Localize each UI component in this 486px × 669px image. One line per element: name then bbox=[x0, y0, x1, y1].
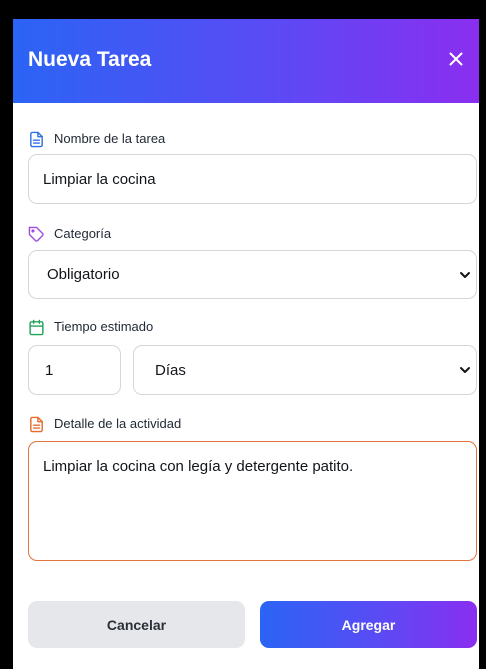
estimated-time-label: Tiempo estimado bbox=[28, 317, 153, 337]
add-button-label: Agregar bbox=[341, 616, 396, 633]
task-name-label: Nombre de la tarea bbox=[28, 129, 165, 149]
modal-title: Nueva Tarea bbox=[28, 48, 152, 71]
calendar-icon bbox=[29, 319, 44, 335]
close-icon bbox=[449, 52, 463, 66]
modal-header: Nueva Tarea bbox=[13, 19, 479, 103]
activity-detail-label-text: Detalle de la actividad bbox=[54, 416, 182, 431]
activity-detail-value: Limpiar la cocina con legía y detergente… bbox=[43, 458, 354, 475]
task-name-label-text: Nombre de la tarea bbox=[54, 131, 166, 146]
time-amount-value: 1 bbox=[45, 361, 54, 379]
document-icon bbox=[30, 416, 43, 432]
time-unit-value: Días bbox=[155, 361, 186, 379]
activity-detail-label: Detalle de la actividad bbox=[28, 414, 181, 434]
cancel-button[interactable]: Cancelar bbox=[28, 601, 245, 648]
chevron-down-icon bbox=[460, 271, 470, 278]
category-select[interactable]: Obligatorio bbox=[28, 250, 477, 299]
cancel-button-label: Cancelar bbox=[106, 616, 167, 633]
time-amount-input[interactable]: 1 bbox=[28, 345, 121, 395]
tag-icon bbox=[28, 226, 44, 242]
document-icon bbox=[30, 131, 43, 147]
category-selected-value: Obligatorio bbox=[47, 266, 120, 283]
add-button[interactable]: Agregar bbox=[260, 601, 477, 648]
activity-detail-textarea[interactable]: Limpiar la cocina con legía y detergente… bbox=[28, 441, 477, 561]
time-unit-select[interactable]: Días bbox=[133, 345, 477, 395]
chevron-down-icon bbox=[460, 367, 470, 373]
estimated-time-label-text: Tiempo estimado bbox=[54, 319, 154, 334]
category-label: Categoría bbox=[28, 224, 111, 244]
new-task-modal: Nueva Tarea Nombre de la tarea Limpiar l… bbox=[13, 19, 479, 669]
category-label-text: Categoría bbox=[54, 226, 112, 241]
task-name-input[interactable]: Limpiar la cocina bbox=[28, 154, 477, 204]
close-button[interactable] bbox=[443, 46, 469, 72]
task-name-value: Limpiar la cocina bbox=[43, 170, 156, 188]
